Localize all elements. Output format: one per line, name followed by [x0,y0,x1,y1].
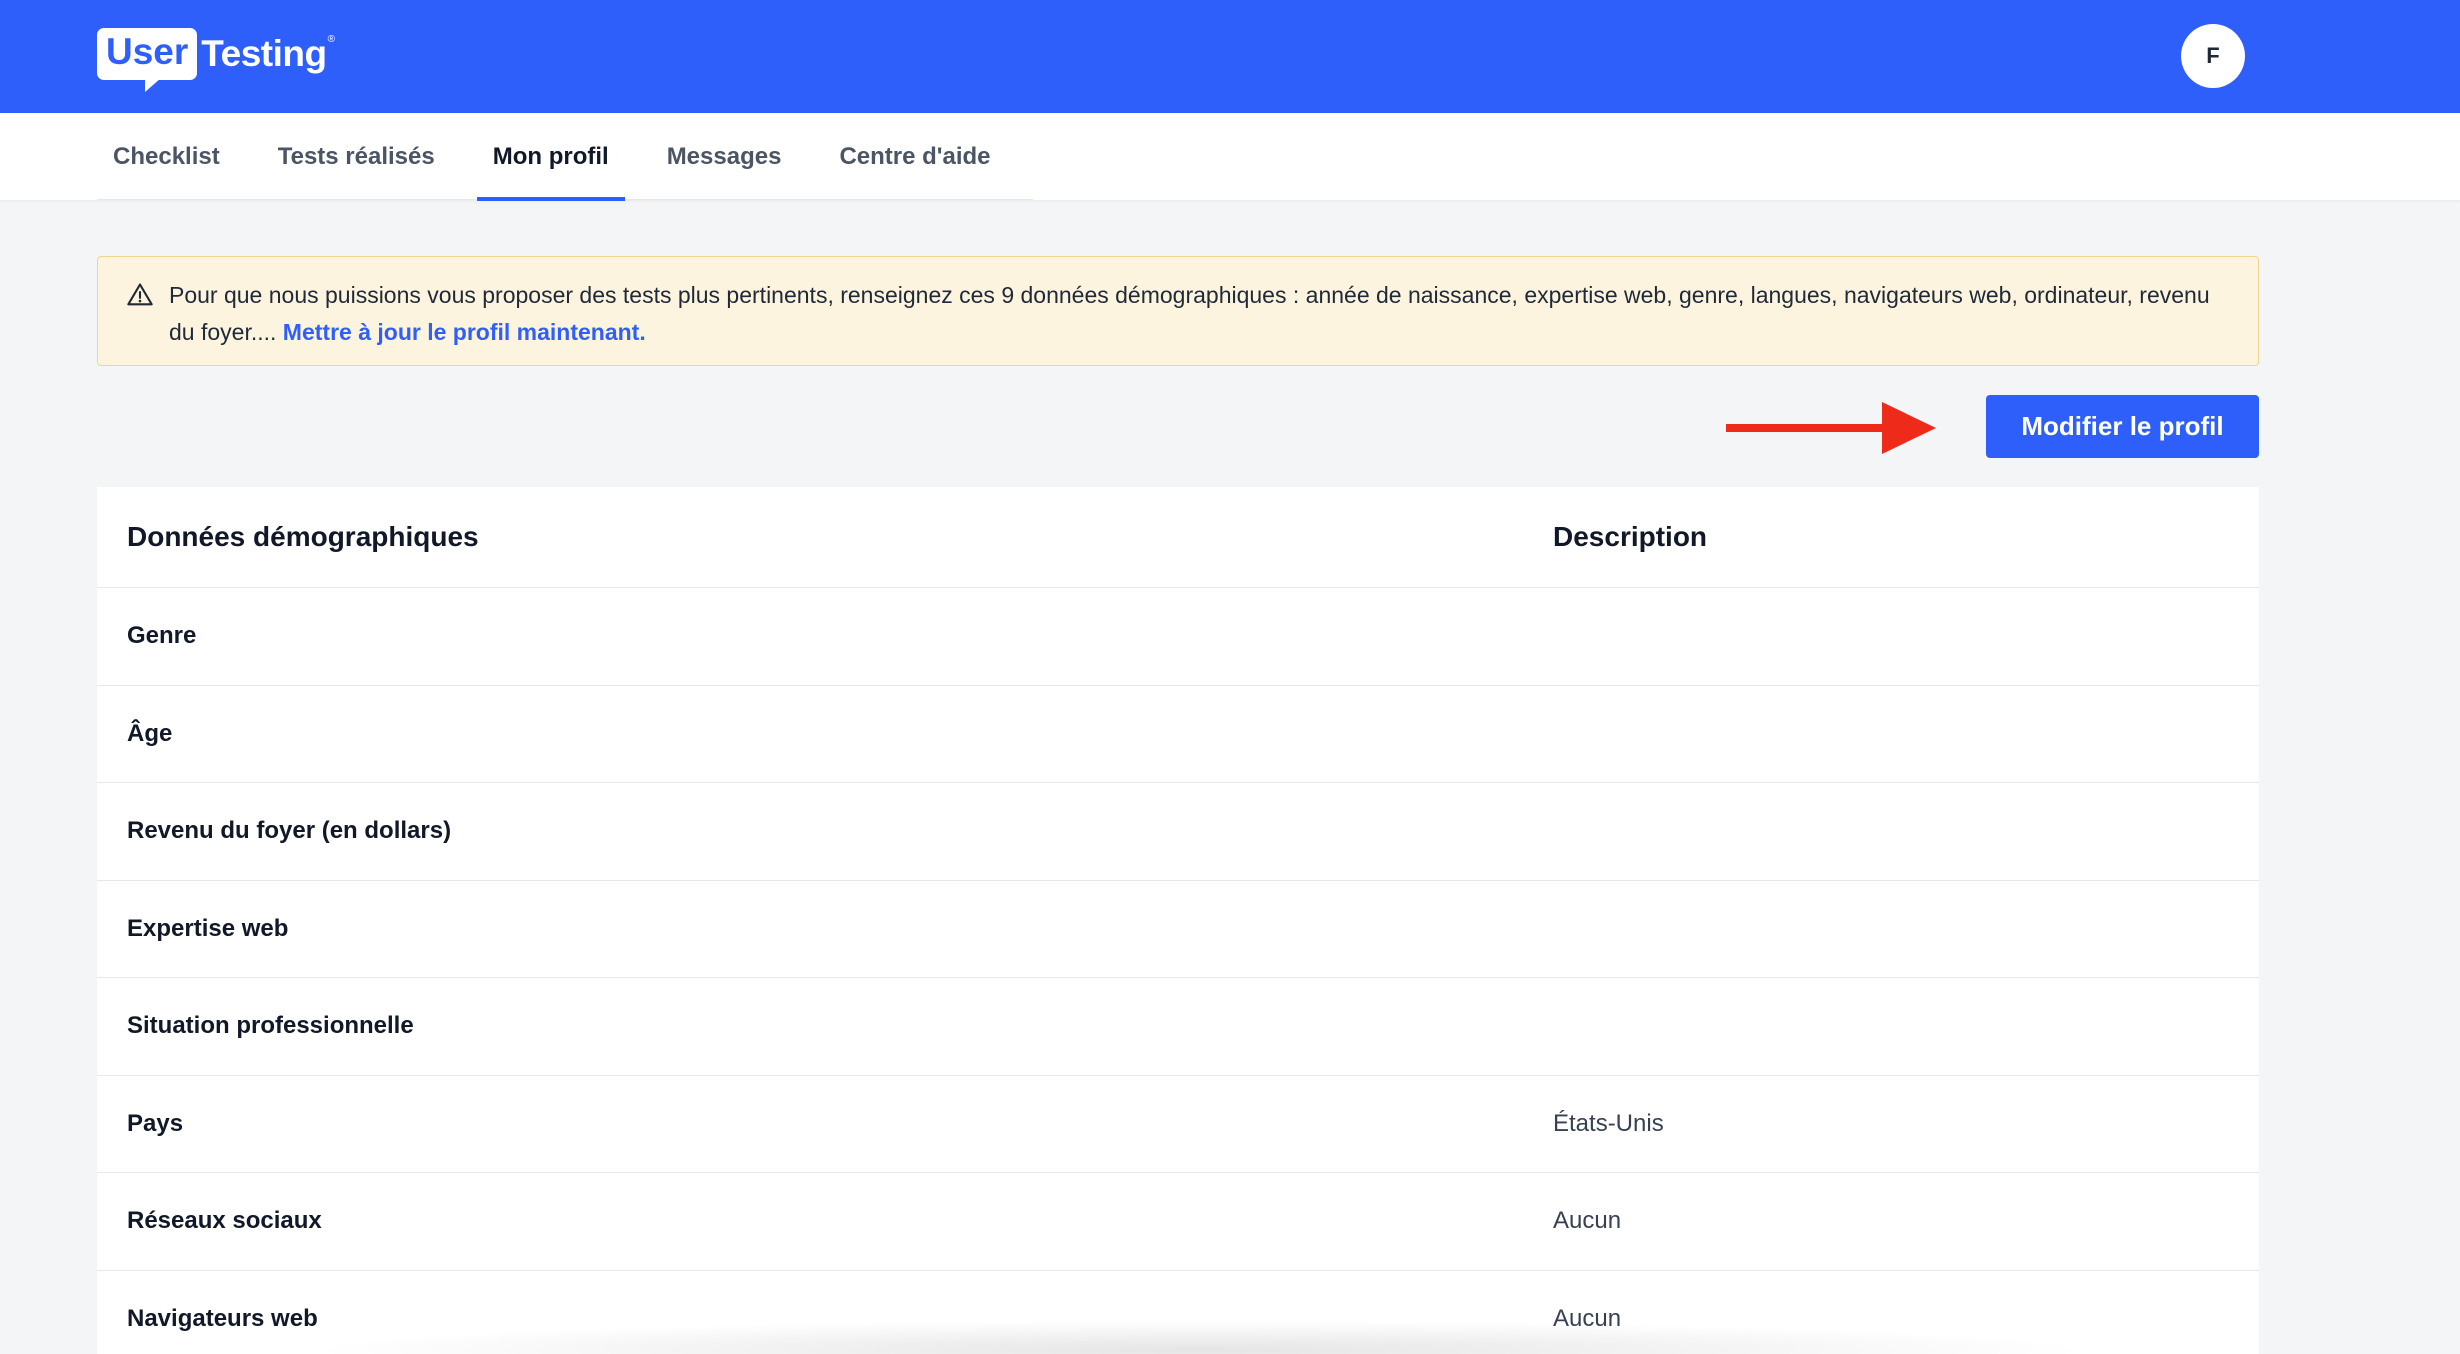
user-avatar[interactable]: F [2181,24,2245,88]
tab-mon-profil[interactable]: Mon profil [476,113,625,201]
row-value: États-Unis [1553,1109,1664,1137]
row-label: Pays [127,1109,184,1137]
row-label: Genre [127,622,197,650]
table-row: Revenu du foyer (en dollars) [97,783,2259,881]
row-label: Âge [127,719,173,747]
row-label: Navigateurs web [127,1304,318,1332]
tab-messages[interactable]: Messages [651,113,798,200]
table-header-row: Données démographiques Description [97,487,2259,588]
table-row: Réseaux sociaux Aucun [97,1173,2259,1271]
warning-icon [127,283,153,306]
row-label: Revenu du foyer (en dollars) [127,817,452,845]
row-label: Expertise web [127,914,289,942]
update-profile-link[interactable]: Mettre à jour le profil maintenant. [283,319,646,345]
column-header-description: Description [1553,521,1708,552]
tab-checklist[interactable]: Checklist [97,113,236,200]
profile-incomplete-alert: Pour que nous puissions vous proposer de… [97,256,2259,366]
logo-registered-mark: ® [327,34,335,45]
tab-bar: Checklist Tests réalisés Mon profil Mess… [0,113,2460,201]
row-value: Aucun [1553,1207,1622,1235]
table-row: Situation professionnelle [97,978,2259,1076]
main-tabs: Checklist Tests réalisés Mon profil Mess… [97,113,1033,201]
tab-tests-realises[interactable]: Tests réalisés [262,113,451,200]
logo-testing-text: Testing [201,33,327,74]
tab-centre-aide[interactable]: Centre d'aide [823,113,1006,200]
edit-profile-button[interactable]: Modifier le profil [1986,395,2259,458]
row-value: Aucun [1553,1304,1622,1332]
table-row: Pays États-Unis [97,1076,2259,1173]
row-label: Réseaux sociaux [127,1207,322,1235]
top-bar: User Testing ® F [0,0,2460,113]
table-row: Navigateurs web Aucun [97,1271,2259,1354]
column-header-demographics: Données démographiques [127,521,479,552]
usertesting-logo[interactable]: User Testing ® [97,24,335,92]
table-row: Genre [97,588,2259,686]
annotation-arrow-icon [1726,402,1936,454]
table-row: Âge [97,686,2259,783]
table-row: Expertise web [97,881,2259,978]
row-label: Situation professionnelle [127,1012,414,1040]
demographics-table: Données démographiques Description Genre… [97,487,2259,1354]
logo-user-bubble: User [97,28,198,92]
